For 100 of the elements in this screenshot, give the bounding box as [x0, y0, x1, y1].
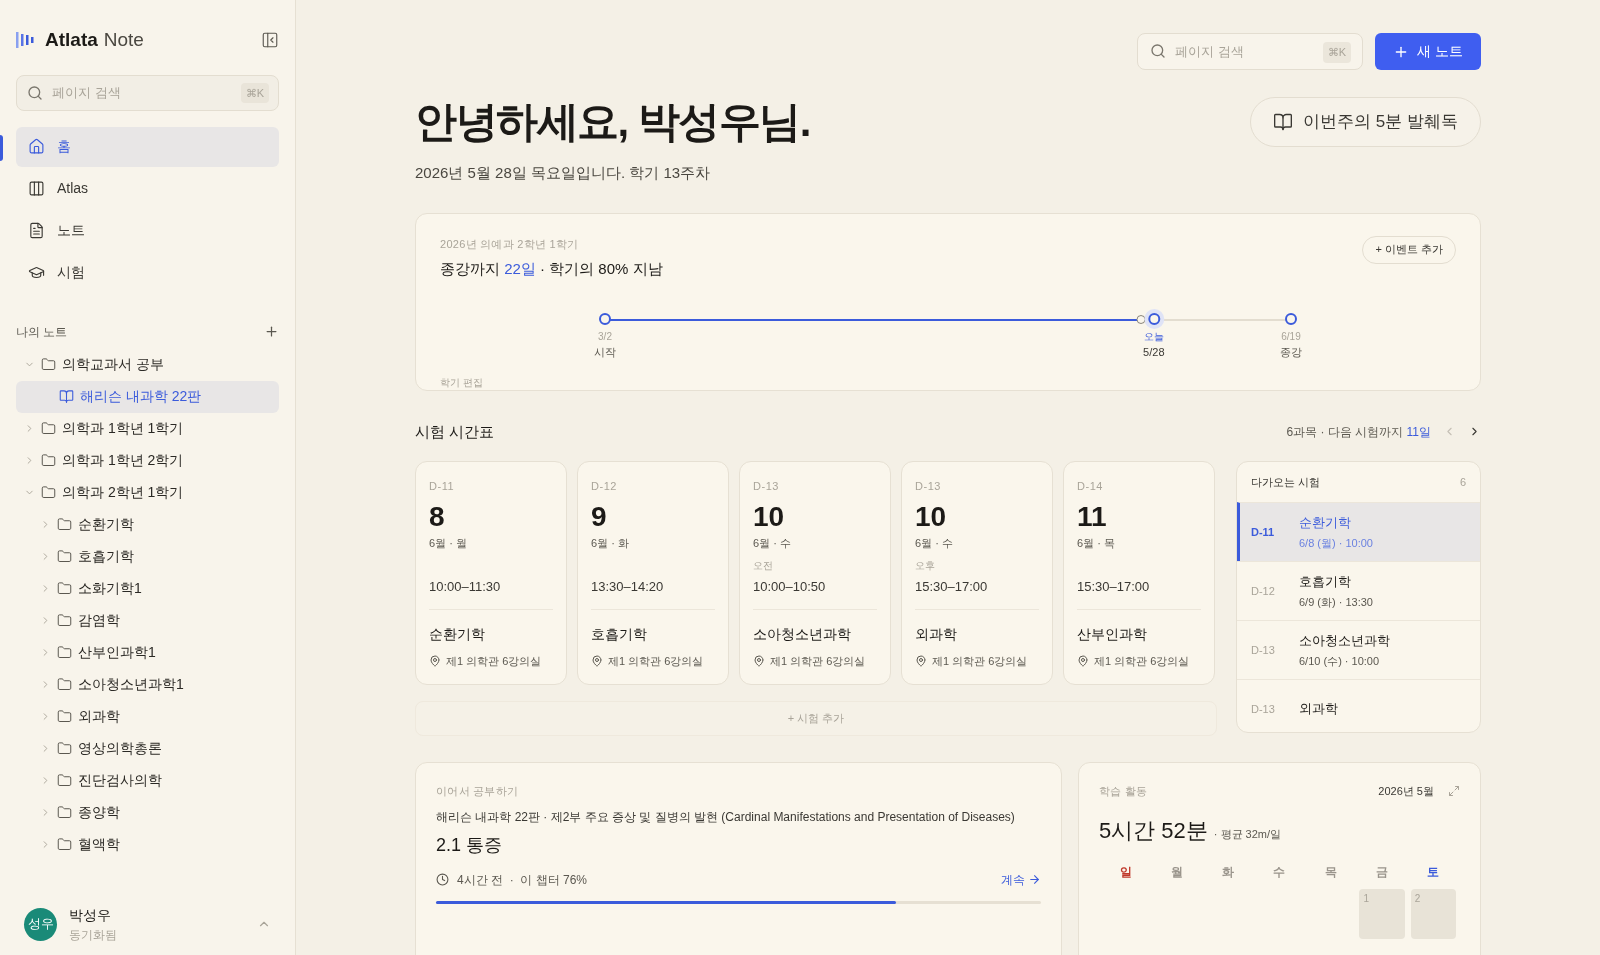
exam-dday: D-13 [915, 479, 943, 494]
tree-item[interactable]: 소아청소년과학1 [16, 668, 279, 701]
upcoming-exam-item[interactable]: D-12 호흡기학 6/9 (화) · 13:30 [1237, 561, 1480, 620]
upcoming-dday: D-13 [1251, 642, 1276, 658]
upcoming-exam-item[interactable]: D-11 순환기학 6/8 (월) · 10:00 [1237, 502, 1480, 561]
tree-item[interactable]: 종양학 [16, 796, 279, 829]
upcoming-exam-item[interactable]: D-13 외과학 [1237, 679, 1480, 732]
add-note-icon[interactable] [264, 324, 279, 339]
tree-item[interactable]: 호흡기학 [16, 540, 279, 573]
chapter-title: 2.1 통증 [436, 833, 504, 857]
upcoming-date: 6/8 (월) · 10:00 [1299, 536, 1373, 551]
point-label: 시작 [594, 344, 616, 360]
exam-time: 10:00–11:30 [429, 578, 502, 596]
tree-item[interactable]: 소화기학1 [16, 572, 279, 605]
timeline-point [1285, 312, 1297, 325]
exam-location: 제1 의학관 6강의실 [770, 653, 866, 669]
tree-item[interactable]: 해리슨 내과학 22판 [16, 380, 279, 413]
section-title: 시험 시간표 [415, 421, 495, 442]
digest-button[interactable]: 이번주의 5분 발췌독 [1250, 97, 1481, 147]
nav-item[interactable]: 시험 [16, 252, 279, 293]
exam-card[interactable]: D-12 9 6월 · 화 13:30–14:20 호흡기학 제1 의학관 6강의실 [577, 461, 729, 685]
book-icon [59, 389, 74, 404]
continue-link[interactable]: 계속 [1001, 870, 1041, 889]
tree-item[interactable]: 순환기학 [16, 508, 279, 541]
collapse-sidebar-icon[interactable] [261, 31, 279, 50]
book-source: 해리슨 내과학 22판 · 제2부 주요 증상 및 질병의 발현 (Cardinal Manifestations and Presentation of Diseases) [436, 808, 1016, 826]
upcoming-date: 6/9 (화) · 13:30 [1299, 595, 1373, 610]
tree-item[interactable]: 혈액학 [16, 828, 279, 861]
nav-icon [28, 180, 45, 197]
tree-item[interactable]: 의학과 1학년 1학기 [16, 412, 279, 445]
section-title: 나의 노트 [16, 323, 68, 341]
tree-item[interactable]: 진단검사의학 [16, 764, 279, 797]
exam-date: 6월 · 목 [1077, 535, 1116, 551]
weekday-label: 일 [1119, 863, 1132, 881]
nav-item[interactable]: Atlas [16, 168, 279, 209]
exam-day: 8 [429, 500, 553, 533]
exam-location: 제1 의학관 6강의실 [608, 653, 704, 669]
upcoming-dday: D-12 [1251, 583, 1276, 599]
nav-item[interactable]: 노트 [16, 210, 279, 251]
upcoming-exam-item[interactable]: D-13 소아청소년과학 6/10 (수) · 10:00 [1237, 620, 1480, 679]
exam-time: 10:00–10:50 [753, 578, 827, 596]
timeline-point [599, 312, 611, 325]
point-date: 6/19 [1281, 329, 1301, 344]
weekday-label: 월 [1170, 863, 1183, 881]
folder-icon [57, 677, 72, 692]
folder-icon [57, 581, 72, 596]
semester-caption: 2026년 의예과 2학년 1학기 [440, 236, 580, 252]
upcoming-name: 호흡기학 [1299, 572, 1352, 591]
exam-dday: D-14 [1077, 479, 1105, 494]
new-note-button[interactable]: 새 노트 [1375, 33, 1481, 70]
activity-month: 2026년 5월 [1378, 784, 1434, 799]
exam-subject: 외과학 [915, 624, 958, 644]
study-meta: 4시간 전 · 이 챕터 76% [457, 871, 588, 889]
panel-count: 6 [1459, 474, 1466, 490]
location-pin-icon [429, 654, 441, 667]
card-caption: 이어서 공부하기 [436, 784, 520, 799]
tree-item[interactable]: 의학과 1학년 2학기 [16, 444, 279, 477]
upcoming-name: 외과학 [1299, 700, 1338, 719]
exam-subject: 호흡기학 [591, 624, 648, 644]
tree-item[interactable]: 영상의학총론 [16, 732, 279, 765]
tree-item[interactable]: 외과학 [16, 700, 279, 733]
card-caption: 학습 활동 [1099, 784, 1148, 799]
exam-card[interactable]: D-13 10 6월 · 수 오전 10:00–10:50 소아청소년과학 제1 의학관 6강의실 [739, 461, 891, 685]
exam-day: 10 [753, 500, 877, 533]
point-label: 종강 [1280, 344, 1302, 360]
folder-icon [41, 357, 56, 372]
tree-item[interactable]: 감염학 [16, 604, 279, 637]
folder-icon [57, 837, 72, 852]
nav-icon [28, 138, 45, 155]
exam-subject: 산부인과학 [1077, 624, 1148, 644]
tree-item[interactable]: 산부인과학1 [16, 636, 279, 669]
exam-time: 13:30–14:20 [591, 578, 665, 596]
upcoming-name: 소아청소년과학 [1299, 631, 1390, 650]
exam-card[interactable]: D-14 11 6월 · 목 15:30–17:00 산부인과학 제1 의학관 6강의실 [1063, 461, 1215, 685]
exam-card[interactable]: D-13 10 6월 · 수 오후 15:30–17:00 외과학 제1 의학관 6강의실 [901, 461, 1053, 685]
weekday-label: 금 [1376, 863, 1389, 881]
exam-dday: D-12 [591, 479, 619, 494]
search-icon [27, 84, 43, 101]
point-date: 오늘 [1143, 329, 1164, 344]
weekday-label: 토 [1427, 863, 1440, 881]
folder-icon [57, 645, 72, 660]
book-icon [1273, 112, 1294, 132]
active-indicator [0, 134, 3, 161]
folder-icon [57, 613, 72, 628]
brand-suffix: Note [103, 28, 144, 52]
weekday-label: 수 [1273, 863, 1286, 881]
clock-icon [436, 873, 449, 886]
exam-card[interactable]: D-11 8 6월 · 월 10:00–11:30 순환기학 제1 의학관 6강의실 [415, 461, 567, 685]
upcoming-dday: D-13 [1251, 701, 1276, 717]
exam-day: 11 [1077, 500, 1201, 533]
exam-location: 제1 의학관 6강의실 [932, 653, 1028, 669]
weekday-label: 목 [1324, 863, 1337, 881]
exam-location: 제1 의학관 6강의실 [1094, 653, 1190, 669]
nav-item[interactable]: 홈 [16, 126, 279, 167]
tree-item[interactable]: 의학과 2학년 1학기 [16, 476, 279, 509]
user-avatar[interactable]: 성우 [24, 907, 57, 941]
folder-icon [57, 741, 72, 756]
exam-date: 6월 · 수 [915, 535, 954, 551]
folder-icon [57, 709, 72, 724]
tree-item[interactable]: 의학교과서 공부 [16, 348, 279, 381]
